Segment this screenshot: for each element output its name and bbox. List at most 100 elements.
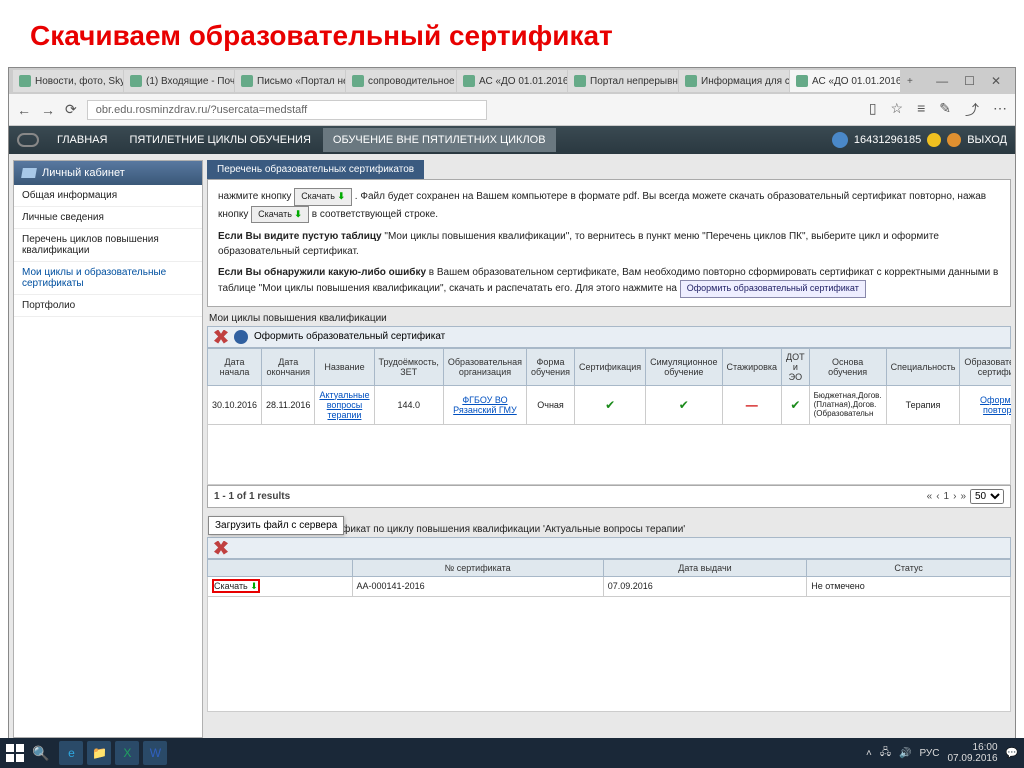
- sidebar-item-portfolio[interactable]: Портфолио: [14, 295, 202, 317]
- search-icon[interactable]: 🔍: [32, 745, 49, 762]
- info-text: в соответствующей строке.: [312, 209, 438, 220]
- back-icon[interactable]: ←: [17, 102, 31, 118]
- forward-icon[interactable]: →: [41, 102, 55, 118]
- sidebar-header: Личный кабинет: [14, 161, 202, 185]
- table-row[interactable]: Скачать ⬇ АА-000141-2016 07.09.2016 Не о…: [208, 576, 1011, 596]
- clock-time[interactable]: 16:00: [947, 742, 997, 753]
- download-button-inline[interactable]: Скачать ⬇: [251, 206, 309, 224]
- col-cert[interactable]: Сертификация: [575, 348, 646, 385]
- reissue-link[interactable]: Оформить повторно: [980, 395, 1011, 415]
- url-input[interactable]: obr.edu.rosminzdrav.ru/?usercata=medstaf…: [87, 100, 487, 120]
- reading-mode-icon[interactable]: ▯: [869, 100, 877, 120]
- tab-favicon-icon: [685, 75, 697, 87]
- start-button[interactable]: [6, 744, 24, 762]
- pager: 1 - 1 of 1 results « ‹ 1 › » 50: [207, 485, 1011, 508]
- col-name[interactable]: Название: [315, 348, 374, 385]
- explorer-icon[interactable]: 📁: [87, 741, 111, 765]
- word-icon[interactable]: W: [143, 741, 167, 765]
- browser-tab[interactable]: сопроводительное пи: [346, 70, 456, 92]
- avatar-icon: [832, 132, 848, 148]
- browser-tab[interactable]: Письмо «Портал непр: [235, 70, 345, 92]
- tab-favicon-icon: [130, 75, 142, 87]
- pager-page: 1: [944, 491, 950, 502]
- col-sim[interactable]: Симуляционное обучение: [646, 348, 722, 385]
- info-bold: Если Вы обнаружили какую-либо ошибку: [218, 267, 426, 278]
- help-icon[interactable]: [947, 133, 961, 147]
- hub-icon[interactable]: ≡: [917, 100, 925, 120]
- table-row[interactable]: 30.10.2016 28.11.2016 Актуальные вопросы…: [208, 385, 1012, 424]
- app-content: Личный кабинет Общая информация Личные с…: [9, 154, 1015, 744]
- col-org[interactable]: Образовательная организация: [443, 348, 526, 385]
- window-minimize-icon[interactable]: —: [936, 74, 948, 88]
- nav-outside-cycles[interactable]: ОБУЧЕНИЕ ВНЕ ПЯТИЛЕТНИХ ЦИКЛОВ: [323, 128, 556, 152]
- browser-tab[interactable]: Информация для спе: [679, 70, 789, 92]
- cert-table: № сертификата Дата выдачи Статус Скачать…: [207, 559, 1011, 597]
- col-educert[interactable]: Образовательный сертификат: [960, 348, 1011, 385]
- more-icon[interactable]: ⋯: [993, 100, 1007, 120]
- tab-favicon-icon: [352, 75, 364, 87]
- cell-zet: 144.0: [374, 385, 443, 424]
- col-certdate[interactable]: Дата выдачи: [603, 559, 807, 576]
- edge-icon[interactable]: e: [59, 741, 83, 765]
- col-certnum[interactable]: № сертификата: [352, 559, 603, 576]
- col-certstatus[interactable]: Статус: [807, 559, 1011, 576]
- notes-icon[interactable]: ✎: [939, 100, 951, 120]
- pager-next-icon[interactable]: ›: [953, 491, 956, 502]
- volume-icon[interactable]: 🔊: [899, 748, 911, 759]
- excel-icon[interactable]: X: [115, 741, 139, 765]
- tab-label: АС «ДО 01.01.2016(се): [479, 76, 567, 87]
- col-dot[interactable]: ДОТ и ЭО: [782, 348, 810, 385]
- col-empty: [208, 559, 353, 576]
- sidebar-item-my-cycles[interactable]: Мои циклы и образовательные сертификаты: [14, 262, 202, 295]
- issue-cert-button[interactable]: Оформить образовательный сертификат: [254, 331, 445, 342]
- download-button-inline[interactable]: Скачать ⬇: [294, 188, 352, 206]
- nav-main[interactable]: ГЛАВНАЯ: [47, 128, 117, 152]
- lang-indicator[interactable]: РУС: [919, 748, 939, 759]
- col-spec[interactable]: Специальность: [886, 348, 960, 385]
- notification-icon[interactable]: 💬: [1006, 748, 1018, 759]
- check-icon: ✔: [790, 398, 800, 412]
- share-icon[interactable]: ⤴: [965, 100, 979, 120]
- col-end[interactable]: Дата окончания: [262, 348, 315, 385]
- cancel-icon[interactable]: [214, 330, 228, 344]
- network-icon[interactable]: 🖧: [880, 745, 891, 762]
- col-intern[interactable]: Стажировка: [722, 348, 782, 385]
- col-zet[interactable]: Трудоёмкость, ЗЕТ: [374, 348, 443, 385]
- reissue-cert-link[interactable]: Оформить образовательный сертификат: [680, 280, 866, 298]
- tab-favicon-icon: [241, 75, 253, 87]
- browser-tab[interactable]: АС «ДО 01.01.2016(се): [457, 70, 567, 92]
- cancel-icon[interactable]: [214, 541, 228, 555]
- refresh-icon[interactable]: ⟳: [65, 101, 77, 118]
- tab-label: Портал непрерывного: [590, 76, 678, 87]
- nav-five-year-cycles[interactable]: ПЯТИЛЕТНИЕ ЦИКЛЫ ОБУЧЕНИЯ: [119, 128, 320, 152]
- favorites-icon[interactable]: ☆: [891, 100, 904, 120]
- browser-tab[interactable]: Новости, фото, Skype,: [13, 70, 123, 92]
- check-icon: ✔: [605, 398, 615, 412]
- tab-favicon-icon: [796, 75, 808, 87]
- browser-tab[interactable]: Портал непрерывного: [568, 70, 678, 92]
- pagesize-select[interactable]: 50: [970, 489, 1004, 504]
- action-icon[interactable]: [234, 330, 248, 344]
- sidebar-item-personal[interactable]: Личные сведения: [14, 207, 202, 229]
- exit-button[interactable]: ВЫХОД: [967, 134, 1007, 146]
- browser-tab[interactable]: (1) Входящие - Почта: [124, 70, 234, 92]
- download-cert-button[interactable]: Скачать ⬇: [212, 579, 260, 593]
- sidebar-item-cycles-list[interactable]: Перечень циклов повышения квалификации: [14, 229, 202, 262]
- pager-last-icon[interactable]: »: [960, 491, 966, 502]
- section-tab[interactable]: Перечень образовательных сертификатов: [207, 160, 424, 179]
- col-basis[interactable]: Основа обучения: [809, 348, 886, 385]
- browser-tab-active[interactable]: АС «ДО 01.01.2016✕: [790, 70, 900, 92]
- org-link[interactable]: ФГБОУ ВО Рязанский ГМУ: [453, 395, 517, 415]
- col-start[interactable]: Дата начала: [208, 348, 262, 385]
- window-close-icon[interactable]: ✕: [991, 74, 1001, 88]
- tray-up-icon[interactable]: ˄: [866, 748, 872, 759]
- new-tab-button[interactable]: +: [901, 76, 919, 87]
- pager-prev-icon[interactable]: ‹: [936, 491, 939, 502]
- cycles-toolbar: Оформить образовательный сертификат: [207, 326, 1011, 348]
- sidebar-item-general-info[interactable]: Общая информация: [14, 185, 202, 207]
- pager-first-icon[interactable]: «: [927, 491, 933, 502]
- feedback-icon[interactable]: [927, 133, 941, 147]
- cycle-name-link[interactable]: Актуальные вопросы терапии: [319, 390, 369, 420]
- col-form[interactable]: Форма обучения: [527, 348, 575, 385]
- window-maximize-icon[interactable]: ☐: [964, 74, 975, 88]
